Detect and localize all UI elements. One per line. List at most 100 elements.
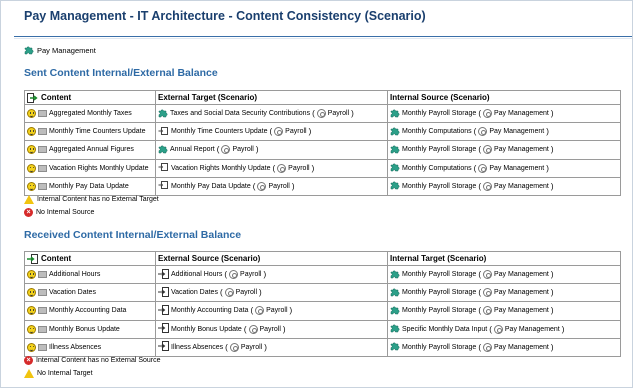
internal-link[interactable]: Monthly Payroll Storage bbox=[402, 271, 476, 278]
content-link[interactable]: Monthly Time Counters Update bbox=[49, 128, 146, 135]
puzzle-icon bbox=[390, 162, 400, 174]
internal-cell: Monthly Payroll Storage(Pay Management) bbox=[387, 176, 621, 196]
internal-owner-link[interactable]: Pay Management bbox=[494, 289, 549, 296]
close-paren: ) bbox=[259, 288, 262, 298]
import-icon bbox=[158, 268, 169, 281]
external-owner-link[interactable]: Payroll bbox=[260, 326, 281, 333]
external-link[interactable]: Monthly Time Counters Update bbox=[171, 128, 268, 135]
content-link[interactable]: Illness Absences bbox=[49, 344, 101, 351]
external-link[interactable]: Illness Absences bbox=[171, 344, 223, 351]
close-paren: ) bbox=[255, 145, 259, 155]
external-owner-link[interactable]: Payroll bbox=[288, 165, 309, 172]
puzzle-icon bbox=[390, 287, 400, 299]
content-link[interactable]: Monthly Accounting Data bbox=[49, 307, 126, 314]
external-link[interactable]: Vacation Dates bbox=[171, 289, 218, 296]
internal-link[interactable]: Monthly Payroll Storage bbox=[402, 289, 476, 296]
internal-link[interactable]: Monthly Payroll Storage bbox=[402, 146, 476, 153]
content-link[interactable]: Aggregated Annual Figures bbox=[49, 146, 134, 153]
internal-owner-link[interactable]: Pay Management bbox=[489, 165, 544, 172]
external-link[interactable]: Monthly Accounting Data bbox=[171, 307, 248, 314]
internal-link[interactable]: Monthly Payroll Storage bbox=[402, 344, 476, 351]
open-paren: ( bbox=[478, 306, 481, 316]
content-link[interactable]: Vacation Rights Monthly Update bbox=[49, 165, 148, 172]
internal-link[interactable]: Monthly Payroll Storage bbox=[402, 307, 476, 314]
application-icon bbox=[274, 127, 284, 137]
external-link[interactable]: Annual Report bbox=[170, 146, 215, 153]
external-owner-link[interactable]: Payroll bbox=[266, 307, 287, 314]
close-paren: ) bbox=[351, 109, 354, 119]
external-link[interactable]: Vacation Rights Monthly Update bbox=[171, 165, 270, 172]
content-doc-icon bbox=[38, 271, 47, 279]
puzzle-icon bbox=[390, 180, 400, 192]
external-link[interactable]: Additional Hours bbox=[171, 271, 222, 278]
internal-owner-link[interactable]: Pay Management bbox=[494, 110, 549, 117]
parent-link[interactable]: Pay Management bbox=[24, 45, 96, 55]
open-paren: ( bbox=[250, 306, 254, 316]
content-link[interactable]: Vacation Dates bbox=[49, 289, 96, 296]
sent-table-header: Content External Target (Scenario) Inter… bbox=[24, 90, 621, 105]
open-paren: ( bbox=[272, 163, 276, 173]
external-owner-link[interactable]: Payroll bbox=[240, 271, 261, 278]
external-link[interactable]: Taxes and Social Data Security Contribut… bbox=[170, 110, 310, 117]
internal-owner-link[interactable]: Pay Management bbox=[494, 271, 549, 278]
open-paren: ( bbox=[243, 324, 247, 334]
content-cell: Vacation Dates bbox=[24, 283, 156, 303]
parent-link-label: Pay Management bbox=[37, 45, 96, 55]
application-icon bbox=[483, 270, 492, 280]
content-doc-icon bbox=[38, 343, 47, 351]
open-paren: ( bbox=[478, 288, 481, 298]
internal-link[interactable]: Monthly Computations bbox=[402, 165, 472, 172]
internal-link[interactable]: Monthly Computations bbox=[402, 128, 472, 135]
close-paren: ) bbox=[550, 288, 554, 298]
external-owner-link[interactable]: Payroll bbox=[268, 183, 289, 190]
external-owner-link[interactable]: Payroll bbox=[285, 128, 306, 135]
external-owner-link[interactable]: Payroll bbox=[232, 146, 253, 153]
open-paren: ( bbox=[478, 181, 481, 191]
external-owner-link[interactable]: Payroll bbox=[241, 344, 262, 351]
external-link[interactable]: Monthly Bonus Update bbox=[171, 326, 242, 333]
internal-cell: Monthly Payroll Storage(Pay Management) bbox=[387, 140, 621, 160]
internal-cell: Monthly Payroll Storage(Pay Management) bbox=[387, 337, 621, 357]
puzzle-icon bbox=[390, 108, 400, 120]
export-icon bbox=[27, 92, 38, 103]
external-cell: Illness Absences(Payroll) bbox=[155, 337, 388, 357]
internal-owner-link[interactable]: Pay Management bbox=[494, 344, 549, 351]
open-paren: ( bbox=[219, 288, 223, 298]
internal-owner-link[interactable]: Pay Management bbox=[494, 183, 549, 190]
content-link[interactable]: Monthly Pay Data Update bbox=[49, 183, 129, 190]
internal-owner-link[interactable]: Pay Management bbox=[505, 326, 560, 333]
internal-link[interactable]: Specific Monthly Data Input bbox=[402, 326, 487, 333]
error-icon: × bbox=[24, 356, 33, 365]
content-link[interactable]: Monthly Bonus Update bbox=[49, 326, 120, 333]
internal-owner-link[interactable]: Pay Management bbox=[494, 146, 549, 153]
external-source-header: External Source (Scenario) bbox=[155, 251, 388, 266]
internal-owner-link[interactable]: Pay Management bbox=[489, 128, 544, 135]
warning-icon bbox=[24, 369, 34, 378]
legend-no-external-source: × Internal Content has no External Sourc… bbox=[24, 356, 161, 365]
internal-owner-link[interactable]: Pay Management bbox=[494, 307, 549, 314]
close-paren: ) bbox=[264, 342, 267, 352]
puzzle-icon bbox=[390, 323, 400, 335]
internal-link[interactable]: Monthly Payroll Storage bbox=[402, 183, 476, 190]
external-owner-link[interactable]: Payroll bbox=[236, 289, 257, 296]
external-link[interactable]: Monthly Pay Data Update bbox=[171, 183, 251, 190]
smiley-icon bbox=[27, 145, 36, 155]
external-owner-link[interactable]: Payroll bbox=[328, 110, 349, 117]
application-icon bbox=[483, 145, 492, 155]
puzzle-icon bbox=[390, 144, 400, 156]
title-divider bbox=[14, 36, 632, 37]
close-paren: ) bbox=[550, 109, 554, 119]
application-icon bbox=[478, 127, 488, 137]
content-doc-icon bbox=[38, 164, 47, 172]
received-table-row: Vacation Dates Vacation Dates(Payroll) Mon… bbox=[24, 283, 621, 303]
external-cell: Monthly Accounting Data(Payroll) bbox=[155, 301, 388, 321]
content-link[interactable]: Aggregated Monthly Taxes bbox=[49, 110, 132, 117]
close-paren: ) bbox=[263, 270, 267, 280]
content-link[interactable]: Additional Hours bbox=[49, 271, 100, 278]
import-icon bbox=[158, 341, 169, 353]
internal-link[interactable]: Monthly Payroll Storage bbox=[402, 110, 476, 117]
import-icon bbox=[158, 323, 169, 335]
exchange-icon bbox=[158, 180, 169, 192]
content-doc-icon bbox=[38, 325, 47, 333]
application-icon bbox=[229, 270, 239, 280]
